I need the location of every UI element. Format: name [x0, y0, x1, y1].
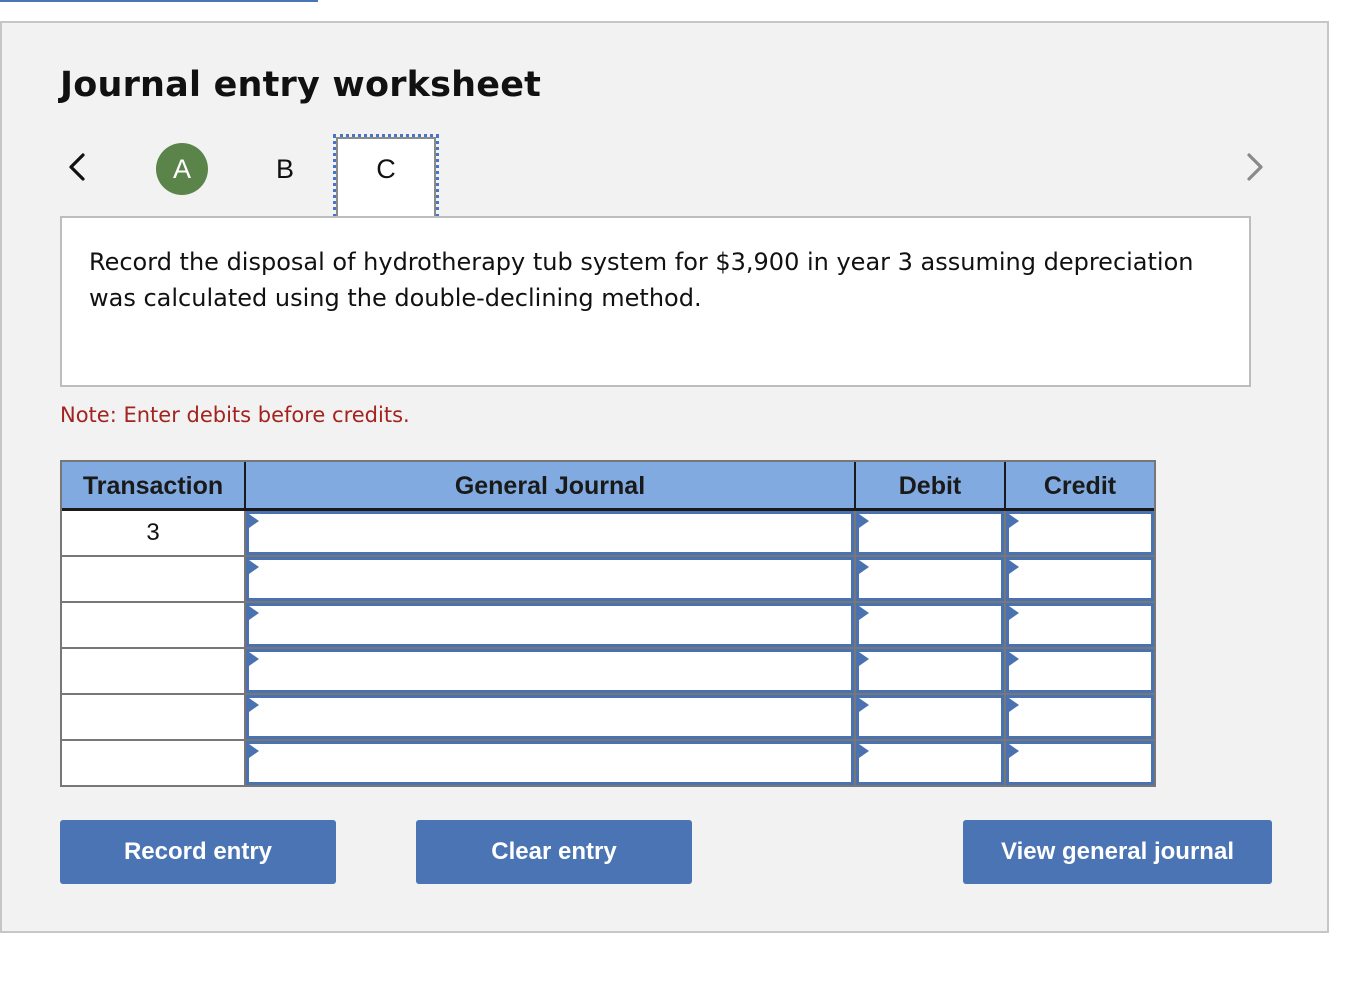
dropdown-marker-icon — [249, 698, 259, 712]
credit-input[interactable] — [1006, 557, 1154, 601]
table-row — [62, 557, 1154, 603]
debit-input[interactable] — [856, 557, 1004, 601]
transaction-cell — [62, 557, 244, 601]
dropdown-marker-icon — [249, 514, 259, 528]
credit-input[interactable] — [1006, 511, 1154, 555]
question-text: Record the disposal of hydrotherapy tub … — [89, 248, 1194, 312]
dropdown-marker-icon — [1009, 606, 1019, 620]
dropdown-marker-icon — [1009, 514, 1019, 528]
dropdown-marker-icon — [249, 560, 259, 574]
question-box: Record the disposal of hydrotherapy tub … — [60, 216, 1251, 387]
dropdown-marker-icon — [859, 744, 869, 758]
table-row: 3 — [62, 511, 1154, 557]
page-title: Journal entry worksheet — [60, 65, 542, 105]
dropdown-marker-icon — [859, 652, 869, 666]
general-journal-input[interactable] — [246, 741, 854, 785]
debit-input[interactable] — [856, 603, 1004, 647]
chevron-right-icon — [1247, 153, 1263, 181]
credit-input[interactable] — [1006, 741, 1154, 785]
table-row — [62, 695, 1154, 741]
dropdown-marker-icon — [249, 606, 259, 620]
dropdown-marker-icon — [249, 652, 259, 666]
debit-input[interactable] — [856, 741, 1004, 785]
general-journal-input[interactable] — [246, 603, 854, 647]
debit-input[interactable] — [856, 511, 1004, 555]
tab-c-label: C — [336, 137, 436, 218]
dropdown-marker-icon — [859, 514, 869, 528]
tab-b[interactable]: B — [264, 143, 306, 195]
header-general-journal: General Journal — [246, 462, 856, 511]
chevron-left-icon — [69, 153, 85, 181]
general-journal-input[interactable] — [246, 649, 854, 693]
dropdown-marker-icon — [1009, 560, 1019, 574]
debit-input[interactable] — [856, 695, 1004, 739]
transaction-cell — [62, 603, 244, 647]
transaction-cell — [62, 649, 244, 693]
dropdown-marker-icon — [859, 560, 869, 574]
table-row — [62, 649, 1154, 695]
general-journal-input[interactable] — [246, 557, 854, 601]
header-debit: Debit — [856, 462, 1006, 511]
previous-button[interactable] — [62, 145, 92, 189]
dropdown-marker-icon — [859, 698, 869, 712]
header-credit: Credit — [1006, 462, 1154, 511]
journal-entry-worksheet-panel: Journal entry worksheet A B C Record the… — [0, 21, 1329, 933]
note-text: Note: Enter debits before credits. — [60, 403, 410, 427]
tab-c[interactable]: C — [333, 134, 439, 218]
dropdown-marker-icon — [249, 744, 259, 758]
dropdown-marker-icon — [1009, 744, 1019, 758]
top-accent-bar — [0, 0, 318, 2]
clear-entry-button[interactable]: Clear entry — [416, 820, 692, 884]
transaction-cell — [62, 695, 244, 739]
tab-a[interactable]: A — [156, 143, 208, 195]
table-row — [62, 741, 1154, 787]
credit-input[interactable] — [1006, 649, 1154, 693]
table-row — [62, 603, 1154, 649]
journal-table: Transaction General Journal Debit Credit… — [60, 460, 1156, 787]
transaction-cell: 3 — [62, 511, 244, 555]
general-journal-input[interactable] — [246, 695, 854, 739]
view-general-journal-button[interactable]: View general journal — [963, 820, 1272, 884]
record-entry-button[interactable]: Record entry — [60, 820, 336, 884]
debit-input[interactable] — [856, 649, 1004, 693]
dropdown-marker-icon — [859, 606, 869, 620]
dropdown-marker-icon — [1009, 698, 1019, 712]
transaction-cell — [62, 741, 244, 785]
next-button[interactable] — [1240, 145, 1270, 189]
header-transaction: Transaction — [62, 462, 246, 511]
credit-input[interactable] — [1006, 695, 1154, 739]
general-journal-input[interactable] — [246, 511, 854, 555]
dropdown-marker-icon — [1009, 652, 1019, 666]
credit-input[interactable] — [1006, 603, 1154, 647]
